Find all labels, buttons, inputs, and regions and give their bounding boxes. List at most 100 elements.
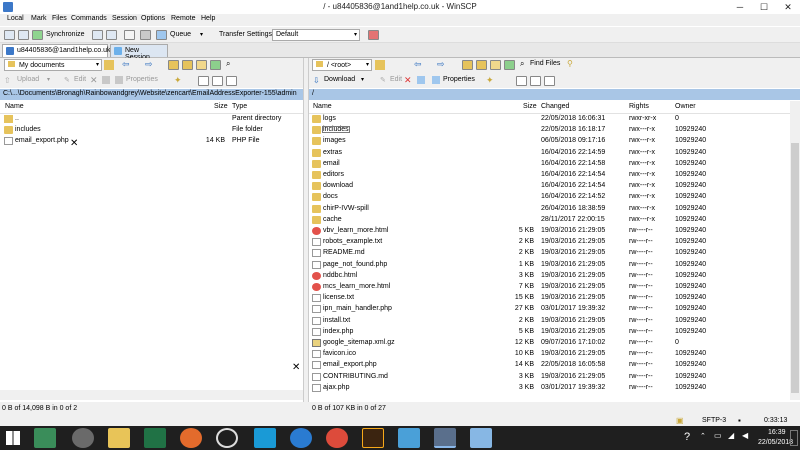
tab-new-session[interactable]: New Session (110, 44, 168, 61)
maximize-button[interactable]: ☐ (752, 0, 776, 14)
close-button[interactable]: ✕ (776, 0, 800, 14)
remote-file-row[interactable]: index.php 5 KB 19/03/2016 21:29:05 rw----r-… (309, 327, 790, 338)
queue-icon[interactable] (156, 30, 167, 40)
local-location-select[interactable]: My documents ▾ (4, 59, 102, 71)
remote-file-row[interactable]: download 16/04/2016 22:14:54 rwx---r-x 1092… (309, 181, 790, 192)
remote-file-row[interactable]: mcs_learn_more.html 7 KB 19/03/2016 21:29:… (309, 282, 790, 293)
help-icon[interactable]: ? (684, 431, 690, 443)
properties-button[interactable]: Properties (126, 76, 158, 83)
tray-chevron-up-icon[interactable]: ⌃ (700, 432, 706, 440)
new-folder-icon[interactable]: ✦ (486, 75, 494, 86)
network-icon[interactable]: ◢ (728, 431, 734, 440)
tree-toggle-icon[interactable]: ⚲ (567, 59, 573, 68)
console-icon[interactable] (124, 30, 135, 40)
remote-file-row[interactable]: logs 22/05/2018 16:06:31 rwxr-xr-x 0 (309, 114, 790, 125)
delete-x-icon[interactable]: ✕ (90, 75, 98, 86)
remote-file-row[interactable]: docs 16/04/2016 22:14:52 rwx---r-x 10929240 (309, 192, 790, 203)
upload-button[interactable]: Upload (17, 76, 39, 83)
remote-file-row[interactable]: CONTRIBUTING.md 3 KB 19/03/2016 21:29:05 rw… (309, 372, 790, 383)
remote-file-row[interactable]: ipn_main_handler.php 27 KB 03/01/2017 19:3… (309, 304, 790, 315)
local-file-row[interactable]: includes File folder (0, 125, 303, 136)
column-rights[interactable]: Rights (629, 103, 649, 110)
rename-icon[interactable] (417, 76, 425, 84)
root-folder-icon[interactable] (182, 60, 193, 70)
menu-local[interactable]: Local (7, 15, 24, 22)
column-name[interactable]: Name (313, 103, 332, 110)
column-size[interactable]: Size (214, 103, 228, 110)
remote-file-row[interactable]: email_export.php 14 KB 22/05/2018 16:05:58… (309, 360, 790, 371)
illustrator-icon[interactable] (362, 428, 384, 448)
filter-icon[interactable] (544, 76, 555, 86)
remote-file-row[interactable]: chirP-IVW-spill 26/04/2016 18:38:59 rwx---… (309, 204, 790, 215)
parent-folder-icon[interactable] (462, 60, 473, 70)
remote-file-row[interactable]: ajax.php 3 KB 03/01/2017 19:39:32 rw----r--… (309, 383, 790, 394)
remote-file-row[interactable]: includes 22/05/2018 16:18:17 rwx---r-x 1092… (309, 125, 790, 136)
edit-button[interactable]: Edit (390, 76, 402, 83)
remote-file-row[interactable]: images 06/05/2018 09:17:16 rwx---r-x 109292… (309, 136, 790, 147)
clock-time[interactable]: 16:39 (768, 429, 786, 436)
home-icon[interactable] (196, 60, 207, 70)
remote-file-row[interactable]: google_sitemap.xml.gz 12 KB 09/07/2016 17:… (309, 338, 790, 349)
remote-file-row[interactable]: robots_example.txt 2 KB 19/03/2016 21:29:0… (309, 237, 790, 248)
remote-file-row[interactable]: editors 16/04/2016 22:14:54 rwx---r-x 10929… (309, 170, 790, 181)
local-horizontal-scrollbar[interactable] (0, 390, 303, 400)
preferences-gear-icon[interactable] (140, 30, 151, 40)
deselect-minus-icon[interactable] (212, 76, 223, 86)
root-folder-icon[interactable] (476, 60, 487, 70)
refresh-icon[interactable] (504, 60, 515, 70)
column-type[interactable]: Type (232, 103, 247, 110)
find-files-button[interactable]: Find Files (530, 60, 560, 67)
forward-arrow-icon[interactable]: ⇨ (437, 59, 445, 70)
remote-file-row[interactable]: nddbc.html 3 KB 19/03/2016 21:29:05 rw----r… (309, 271, 790, 282)
start-windows-icon[interactable] (6, 431, 20, 445)
clock-date[interactable]: 22/05/2018 (758, 439, 793, 446)
remote-file-row[interactable]: page_not_found.php 1 KB 19/03/2016 21:29:0… (309, 260, 790, 271)
minimize-button[interactable]: ─ (728, 0, 752, 14)
menu-commands[interactable]: Commands (71, 15, 107, 22)
volume-icon[interactable]: ◀ (742, 431, 748, 440)
firefox-icon[interactable] (180, 428, 202, 448)
column-name[interactable]: Name (5, 103, 24, 110)
queue-button[interactable]: Queue (170, 31, 191, 38)
remote-file-row[interactable]: README.md 2 KB 19/03/2016 21:29:05 rw----r-… (309, 248, 790, 259)
filter-folder-icon[interactable] (104, 60, 114, 70)
keep-up-to-date-icon[interactable] (106, 30, 117, 40)
compare-icon[interactable] (18, 30, 29, 40)
tab-session-u84405836[interactable]: u84405836@1and1help.co.uk (2, 44, 111, 57)
scrollbar-thumb[interactable] (791, 143, 799, 393)
excel-app-icon[interactable] (144, 428, 166, 448)
remote-file-row[interactable]: cache 28/11/2017 22:00:15 rwx---r-x 1092924… (309, 215, 790, 226)
new-window-icon[interactable] (4, 30, 15, 40)
remote-file-row[interactable]: favicon.ico 10 KB 19/03/2016 21:29:05 rw---… (309, 349, 790, 360)
local-file-row[interactable]: .. Parent directory (0, 114, 303, 125)
refresh-icon[interactable] (210, 60, 221, 70)
internet-explorer-icon[interactable] (290, 428, 312, 448)
menu-mark[interactable]: Mark (31, 15, 47, 22)
column-owner[interactable]: Owner (675, 103, 696, 110)
remote-file-row[interactable]: install.txt 2 KB 19/03/2016 21:29:05 rw----… (309, 316, 790, 327)
filter-folder-icon[interactable] (375, 60, 385, 70)
queue-chevron-down-icon[interactable]: ▾ (200, 31, 203, 38)
menu-options[interactable]: Options (141, 15, 165, 22)
remote-file-row[interactable]: license.txt 15 KB 19/03/2016 21:29:05 rw---… (309, 293, 790, 304)
synchronize-browsing-icon[interactable] (92, 30, 103, 40)
remote-path-bar[interactable]: / (309, 89, 800, 100)
select-all-plus-icon[interactable] (198, 76, 209, 86)
hp-app-icon[interactable] (216, 428, 238, 448)
publisher-app-icon[interactable] (34, 428, 56, 448)
menu-session[interactable]: Session (112, 15, 137, 22)
chrome-icon[interactable] (326, 428, 348, 448)
forward-arrow-icon[interactable]: ⇨ (145, 59, 153, 70)
select-all-plus-icon[interactable] (516, 76, 527, 86)
local-path-bar[interactable]: C:\...\Documents\Bronagh\Rainbowandgrey\… (0, 89, 303, 100)
remote-location-select[interactable]: / <root> ▾ (312, 59, 372, 71)
menu-files[interactable]: Files (52, 15, 67, 22)
column-size[interactable]: Size (523, 103, 537, 110)
notification-icon[interactable] (790, 430, 798, 446)
skype-icon[interactable] (254, 428, 276, 448)
winscp-taskbar-icon[interactable] (398, 428, 420, 448)
synchronize-icon[interactable] (32, 30, 43, 40)
local-file-row[interactable]: email_export.php 14 KB PHP File (0, 136, 303, 147)
transfer-options-icon[interactable] (368, 30, 379, 40)
filter-icon[interactable] (226, 76, 237, 86)
